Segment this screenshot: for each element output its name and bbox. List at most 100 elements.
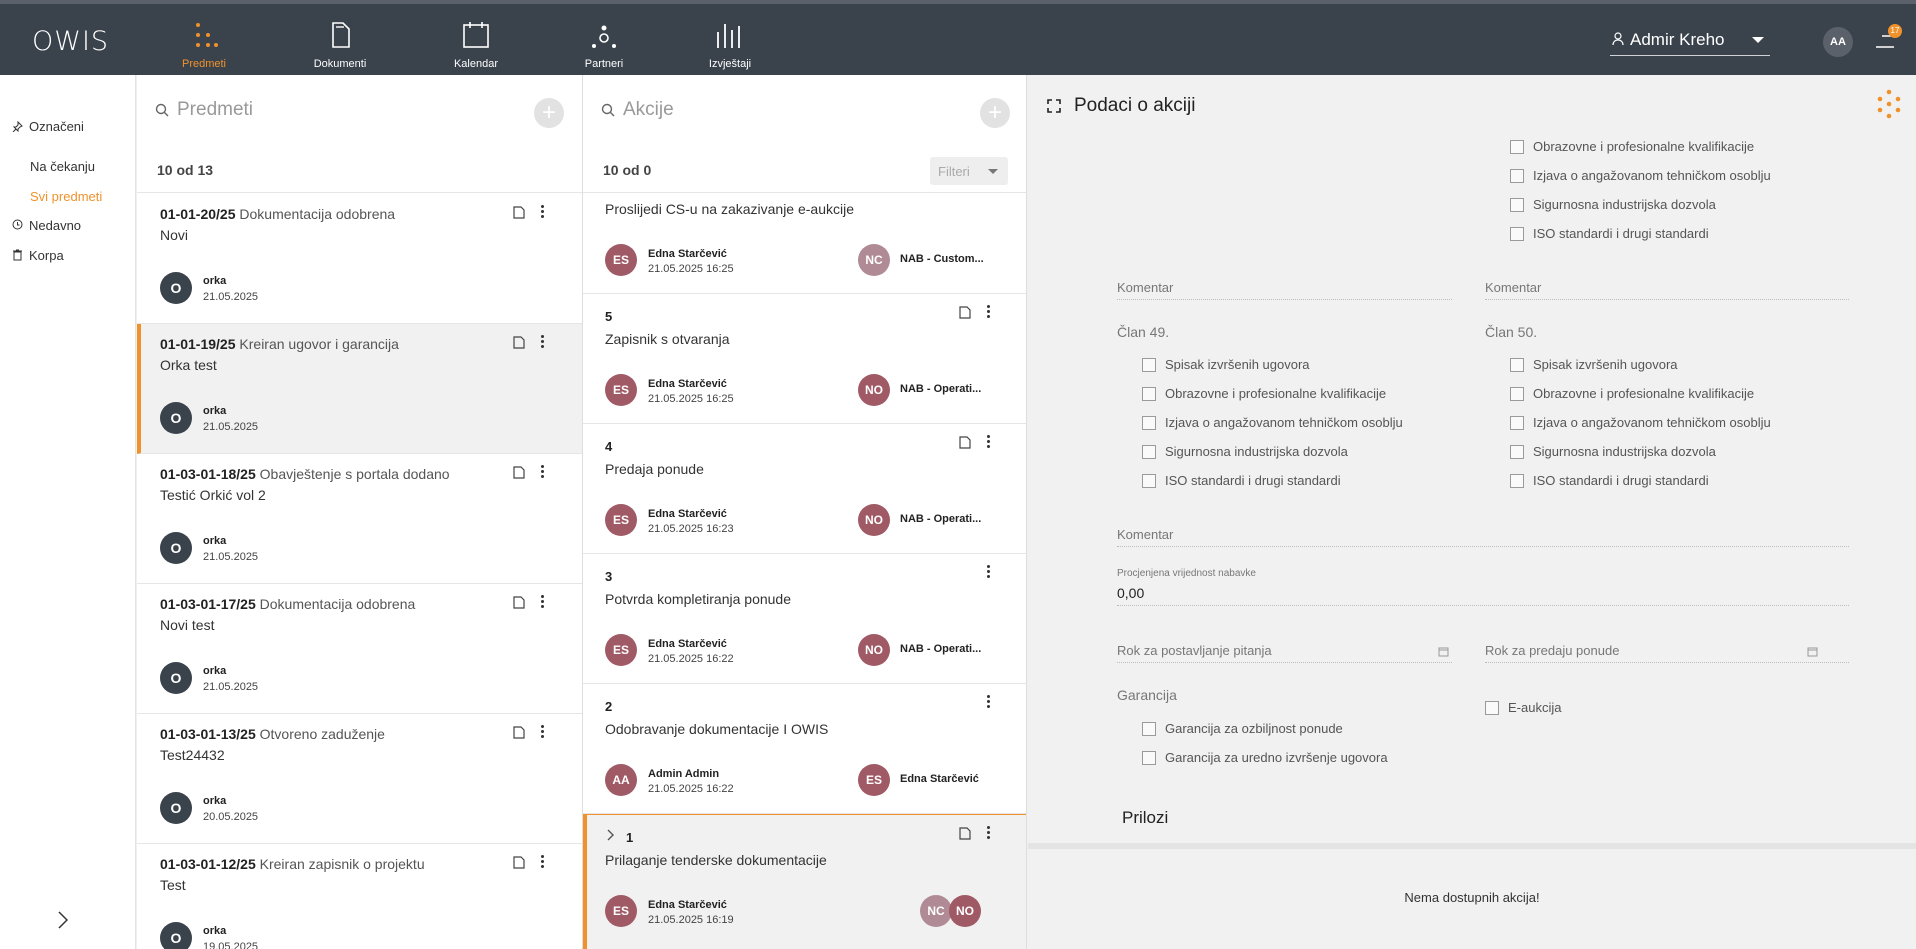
more-options-icon[interactable]	[537, 464, 547, 480]
trash-icon	[13, 249, 22, 261]
user-dropdown[interactable]: Admir Kreho	[1610, 26, 1770, 56]
komentar-input[interactable]	[1117, 546, 1849, 547]
komentar-input[interactable]	[1117, 299, 1452, 300]
procjena-input[interactable]	[1117, 605, 1849, 606]
checkbox-box[interactable]	[1142, 722, 1156, 736]
checkbox-box[interactable]	[1510, 416, 1524, 430]
more-options-icon[interactable]	[983, 434, 993, 450]
add-akcija-button[interactable]: +	[980, 98, 1010, 128]
predmet-card[interactable]: 01-01-20/25 Dokumentacija odobrena Novi …	[137, 194, 582, 324]
search-icon	[155, 103, 169, 117]
team-avatar: NO	[858, 374, 890, 406]
checkbox-box[interactable]	[1142, 416, 1156, 430]
app-logo[interactable]: OWIS	[32, 26, 109, 57]
akcija-card[interactable]: 6 Proslijedi CS-u na zakazivanje e-aukci…	[583, 194, 1026, 294]
predmet-title: 01-01-20/25 Dokumentacija odobrena	[160, 206, 395, 222]
akcija-card[interactable]: 1 Prilaganje tenderske dokumentacije ES …	[583, 814, 1026, 949]
calendar-icon[interactable]	[1807, 646, 1818, 657]
more-options-icon[interactable]	[983, 304, 993, 320]
checkbox-label: E-aukcija	[1508, 700, 1562, 715]
document-icon[interactable]	[513, 335, 525, 349]
more-options-icon[interactable]	[983, 694, 993, 710]
predmet-status: Kreiran zapisnik o projektu	[259, 856, 425, 872]
checkbox-box[interactable]	[1510, 445, 1524, 459]
nav-izvjestaji[interactable]: Izvještaji	[670, 4, 790, 79]
predmet-card[interactable]: 01-03-01-13/25 Otvoreno zaduženje Test24…	[137, 714, 582, 844]
checkbox-box[interactable]	[1142, 474, 1156, 488]
document-icon[interactable]	[959, 435, 971, 449]
sidebar-label: Korpa	[29, 248, 64, 263]
document-icon[interactable]	[513, 205, 525, 219]
avatar: O	[160, 532, 192, 564]
checkbox-label: Izjava o angažovanom tehničkom osoblju	[1533, 168, 1771, 183]
akcija-card[interactable]: 3 Potvrda kompletiranja ponude ES Edna S…	[583, 554, 1026, 684]
more-apps-icon[interactable]	[1874, 89, 1904, 119]
checkbox-box[interactable]	[1510, 474, 1524, 488]
sidebar-item-na-cekanju[interactable]: Na čekanju	[30, 159, 95, 174]
avatar: O	[160, 662, 192, 694]
checkbox-box[interactable]	[1142, 445, 1156, 459]
checkbox-box[interactable]	[1142, 358, 1156, 372]
predmet-title: 01-01-19/25 Kreiran ugovor i garancija	[160, 336, 399, 352]
document-icon[interactable]	[959, 305, 971, 319]
calendar-icon[interactable]	[1438, 646, 1449, 657]
predmet-card[interactable]: 01-03-01-17/25 Dokumentacija odobrena No…	[137, 584, 582, 714]
procjena-value[interactable]: 0,00	[1117, 585, 1144, 601]
document-icon[interactable]	[513, 465, 525, 479]
user-avatar[interactable]: AA	[1823, 27, 1853, 57]
checkbox-box[interactable]	[1510, 358, 1524, 372]
filter-dropdown[interactable]: Filteri	[930, 157, 1008, 185]
rok-ponude-input[interactable]	[1485, 662, 1849, 663]
document-icon[interactable]	[513, 595, 525, 609]
akcija-date: 21.05.2025 16:23	[648, 523, 734, 535]
checkbox-box[interactable]	[1142, 751, 1156, 765]
more-options-icon[interactable]	[537, 724, 547, 740]
predmeti-list[interactable]: 01-01-20/25 Dokumentacija odobrena Novi …	[137, 194, 582, 949]
more-options-icon[interactable]	[983, 564, 993, 580]
checkbox-box[interactable]	[1510, 198, 1524, 212]
document-icon[interactable]	[513, 855, 525, 869]
add-predmet-button[interactable]: +	[534, 98, 564, 128]
document-icon[interactable]	[959, 826, 971, 840]
rok-pitanja-label: Rok za postavljanje pitanja	[1117, 643, 1272, 658]
more-options-icon[interactable]	[983, 825, 993, 841]
checkbox-box[interactable]	[1485, 701, 1499, 715]
checkbox-box[interactable]	[1510, 169, 1524, 183]
predmet-date: 19.05.2025	[203, 941, 259, 949]
fullscreen-icon[interactable]	[1047, 99, 1061, 113]
more-options-icon[interactable]	[537, 854, 547, 870]
more-options-icon[interactable]	[537, 334, 547, 350]
rok-pitanja-input[interactable]	[1117, 662, 1452, 663]
avatar: O	[160, 792, 192, 824]
checkbox-box[interactable]	[1510, 387, 1524, 401]
chevron-right-icon[interactable]	[607, 829, 615, 841]
document-icon[interactable]	[513, 725, 525, 739]
akcija-title: Odobravanje dokumentacije I OWIS	[605, 721, 829, 737]
checkbox-box[interactable]	[1510, 140, 1524, 154]
checkbox-box[interactable]	[1142, 387, 1156, 401]
akcija-card[interactable]: 2 Odobravanje dokumentacije I OWIS AA Ad…	[583, 684, 1026, 814]
nav-dokumenti[interactable]: Dokumenti	[280, 4, 400, 79]
predmet-code: 01-03-01-17/25	[160, 596, 256, 612]
calendar-icon	[463, 22, 489, 48]
predmet-user: orka	[203, 405, 227, 417]
predmet-date: 21.05.2025	[203, 421, 259, 433]
nav-predmeti[interactable]: Predmeti	[144, 4, 264, 79]
komentar-input[interactable]	[1485, 299, 1849, 300]
predmet-card[interactable]: 01-03-01-12/25 Kreiran zapisnik o projek…	[137, 844, 582, 949]
nav-kalendar[interactable]: Kalendar	[416, 4, 536, 79]
checkbox-box[interactable]	[1510, 227, 1524, 241]
predmet-name: Test	[160, 877, 186, 893]
chevron-right-icon[interactable]	[58, 911, 68, 929]
nav-partneri[interactable]: Partneri	[544, 4, 664, 79]
sidebar-item-svi-predmeti[interactable]: Svi predmeti	[30, 189, 102, 204]
rok-ponude-label: Rok za predaju ponude	[1485, 643, 1620, 658]
notification-badge[interactable]: 17	[1888, 24, 1902, 38]
predmet-card[interactable]: 01-01-19/25 Kreiran ugovor i garancija O…	[137, 324, 582, 454]
akcija-card[interactable]: 4 Predaja ponude ES Edna Starčević 21.05…	[583, 424, 1026, 554]
more-options-icon[interactable]	[537, 594, 547, 610]
akcija-card[interactable]: 5 Zapisnik s otvaranja ES Edna Starčević…	[583, 294, 1026, 424]
more-options-icon[interactable]	[537, 204, 547, 220]
predmet-card[interactable]: 01-03-01-18/25 Obavještenje s portala do…	[137, 454, 582, 584]
akcije-list[interactable]: 6 Proslijedi CS-u na zakazivanje e-aukci…	[583, 194, 1026, 949]
